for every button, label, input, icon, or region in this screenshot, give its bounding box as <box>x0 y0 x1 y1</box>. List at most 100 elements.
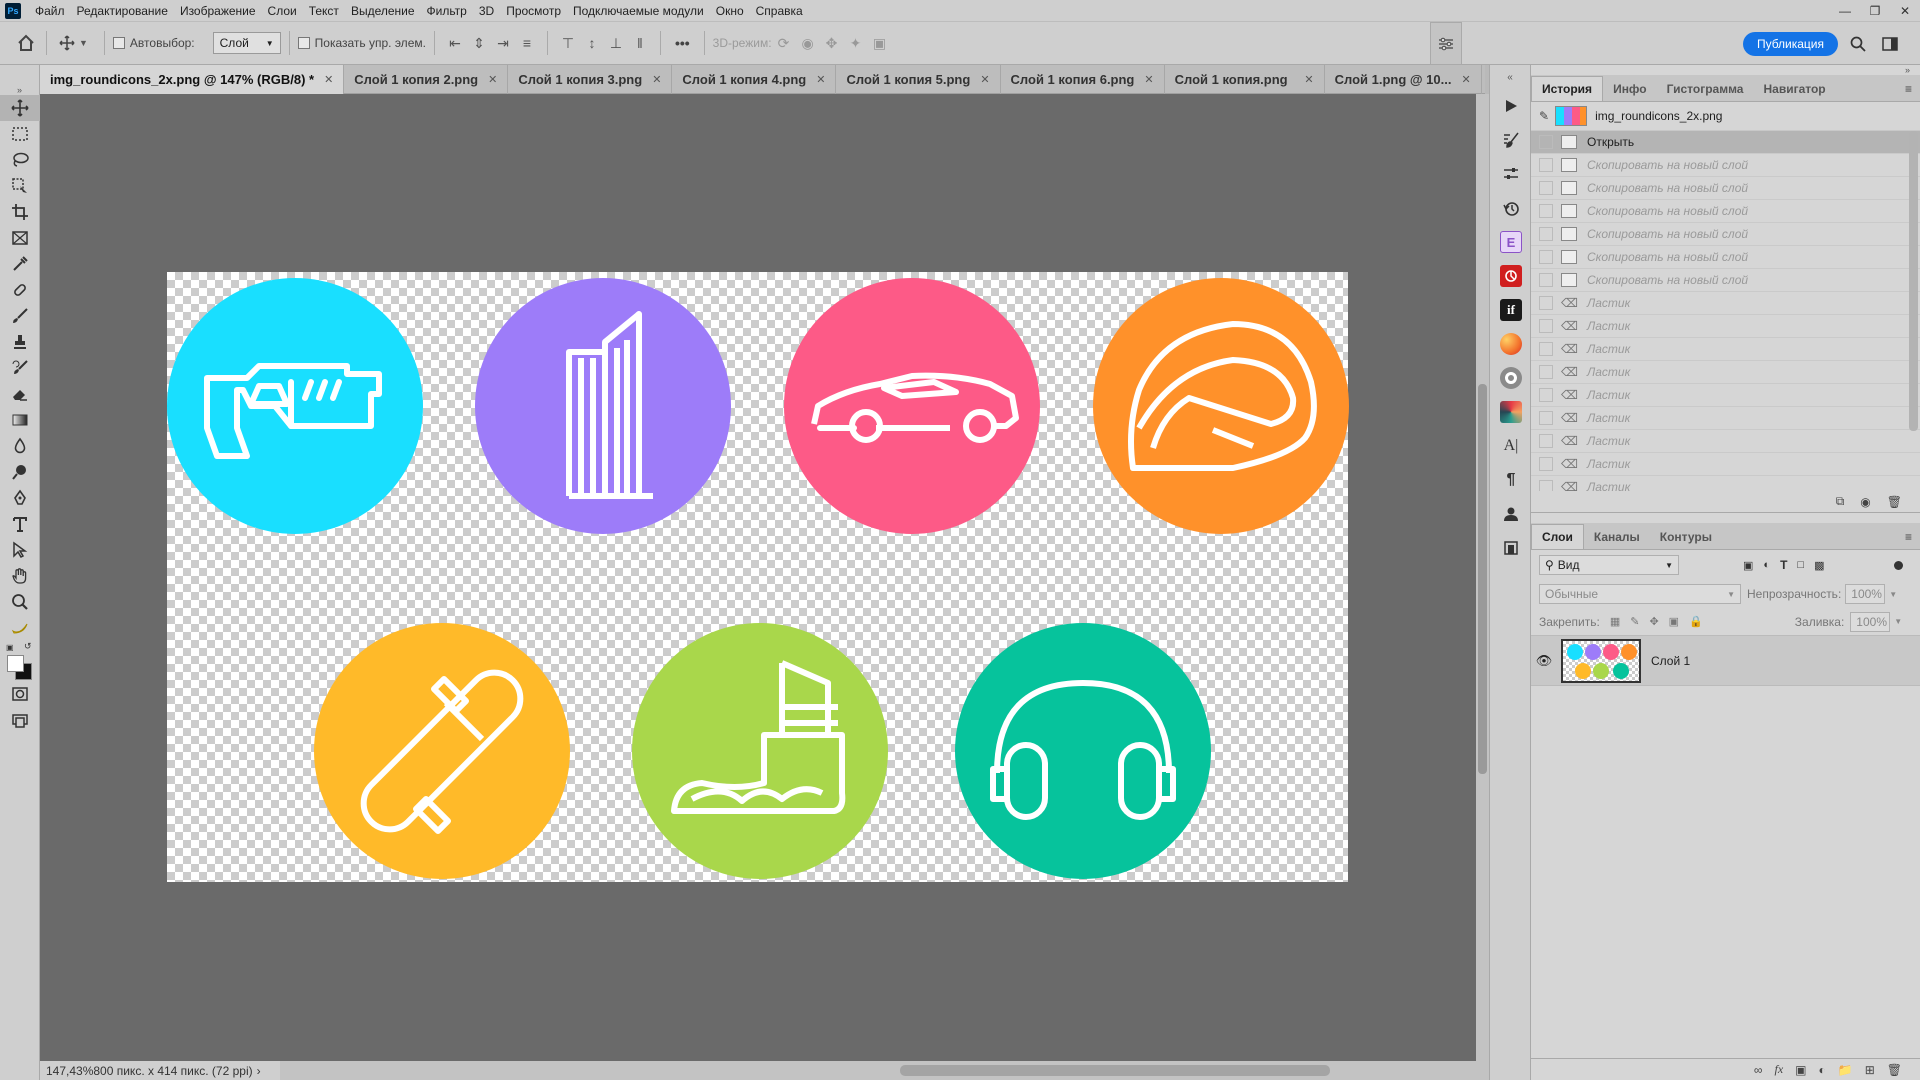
plugin-star-icon[interactable] <box>1490 395 1532 429</box>
plugin-red-icon[interactable] <box>1490 259 1532 293</box>
plugin-orange-icon[interactable] <box>1490 327 1532 361</box>
opacity-input[interactable]: 100% <box>1845 584 1886 604</box>
history-step[interactable]: Скопировать на новый слой <box>1531 177 1920 200</box>
pen-tool-icon[interactable] <box>0 485 40 511</box>
restore-icon[interactable]: ❐ <box>1860 0 1890 22</box>
lock-transparency-icon[interactable]: ▦ <box>1610 615 1620 628</box>
history-step[interactable]: ⌫ Ластик <box>1531 338 1920 361</box>
lock-all-icon[interactable]: 🔒 <box>1689 615 1703 628</box>
marquee-tool-icon[interactable] <box>0 121 40 147</box>
clone-stamp-tool-icon[interactable] <box>0 329 40 355</box>
mask-icon[interactable]: ▣ <box>1795 1063 1806 1077</box>
menu-type[interactable]: Текст <box>303 0 345 22</box>
screen-mode-icon[interactable] <box>0 707 40 733</box>
menu-file[interactable]: Файл <box>29 0 71 22</box>
zoom-tool-icon[interactable] <box>0 589 40 615</box>
collapse-icon[interactable]: » <box>0 65 39 95</box>
history-list[interactable]: Открыть Скопировать на новый слой Скопир… <box>1531 131 1920 491</box>
tab-document[interactable]: Слой 1 копия 2.png ✕ <box>344 65 509 94</box>
menu-select[interactable]: Выделение <box>345 0 421 22</box>
link-icon[interactable]: ∞ <box>1754 1063 1763 1077</box>
chevron-down-icon[interactable]: ▼ <box>1889 590 1897 599</box>
history-step[interactable]: Скопировать на новый слой <box>1531 246 1920 269</box>
scroll-thumb[interactable] <box>1478 384 1487 774</box>
trash-icon[interactable]: 🗑 <box>1887 1063 1902 1077</box>
move-tool-icon[interactable] <box>0 95 40 121</box>
close-icon[interactable]: ✕ <box>652 73 661 86</box>
gradient-tool-icon[interactable] <box>0 407 40 433</box>
history-step[interactable]: Открыть <box>1531 131 1920 154</box>
filter-adjustment-icon[interactable]: ◐ <box>1763 559 1770 571</box>
properties-icon[interactable] <box>1490 157 1532 191</box>
blur-tool-icon[interactable] <box>0 433 40 459</box>
menu-layers[interactable]: Слои <box>262 0 303 22</box>
chevron-down-icon[interactable]: ▼ <box>79 38 88 48</box>
tab-document[interactable]: Слой 1 копия 3.png ✕ <box>508 65 673 94</box>
move-tool-preset-icon[interactable] <box>55 31 79 55</box>
history-step[interactable]: ⌫ Ластик <box>1531 407 1920 430</box>
panel-menu-icon[interactable]: ≡ <box>1905 530 1912 544</box>
minimize-icon[interactable]: — <box>1830 0 1860 22</box>
lock-pixels-icon[interactable]: ✎ <box>1630 615 1639 628</box>
status-arrow[interactable]: › <box>257 1064 261 1078</box>
history-brush-tool-icon[interactable] <box>0 355 40 381</box>
type-tool-icon[interactable] <box>0 511 40 537</box>
home-icon[interactable] <box>14 31 38 55</box>
dodge-tool-icon[interactable] <box>0 459 40 485</box>
align-bottom-icon[interactable]: ⊥ <box>604 31 628 55</box>
history-step[interactable]: ⌫ Ластик <box>1531 476 1920 491</box>
autoselect-dropdown[interactable]: Слой ▼ <box>212 32 281 54</box>
object-select-tool-icon[interactable] <box>0 173 40 199</box>
panel-menu-icon[interactable]: ≡ <box>1905 82 1912 96</box>
camera-icon[interactable]: ◉ <box>1860 495 1870 509</box>
people-icon[interactable] <box>1490 497 1532 531</box>
tab-document[interactable]: img_roundicons_2x.png @ 147% (RGB/8) * ✕ <box>40 65 345 94</box>
zoom-level[interactable]: 147,43% <box>46 1064 93 1078</box>
layer-row[interactable]: 👁 Слой 1 <box>1531 636 1920 686</box>
filter-toggle-icon[interactable] <box>1894 560 1904 570</box>
history-step[interactable]: ⌫ Ластик <box>1531 361 1920 384</box>
banana-icon[interactable] <box>0 615 40 641</box>
workspace-icon[interactable] <box>1878 32 1902 56</box>
more-options-button[interactable]: ••• <box>675 35 690 51</box>
history-step[interactable]: ⌫ Ластик <box>1531 292 1920 315</box>
quick-mask-icon[interactable] <box>0 681 40 707</box>
layer-filter-select[interactable]: ⚲ Вид ▼ <box>1539 555 1679 575</box>
tab-document[interactable]: Слой 1 копия 4.png ✕ <box>672 65 837 94</box>
history-step[interactable]: Скопировать на новый слой <box>1531 154 1920 177</box>
tab-document[interactable]: Слой 1 копия.png ✕ <box>1165 65 1325 94</box>
plugin-ring-icon[interactable] <box>1490 361 1532 395</box>
eyedropper-tool-icon[interactable] <box>0 251 40 277</box>
brush-settings-icon[interactable] <box>1490 123 1532 157</box>
eye-icon[interactable]: 👁 <box>1531 653 1557 669</box>
show-controls-checkbox[interactable]: Показать упр. элем. <box>297 36 426 50</box>
menu-help[interactable]: Справка <box>750 0 809 22</box>
history-snapshot[interactable]: ✎ img_roundicons_2x.png <box>1531 102 1920 131</box>
path-select-tool-icon[interactable] <box>0 537 40 563</box>
autoselect-checkbox[interactable]: Автовыбор: <box>112 36 195 50</box>
horizontal-scrollbar[interactable] <box>280 1061 1489 1080</box>
3d-slide-icon[interactable]: ✦ <box>844 31 868 55</box>
contextual-taskbar-icon[interactable] <box>1430 22 1462 65</box>
actions-play-icon[interactable] <box>1490 89 1532 123</box>
new-layer-icon[interactable]: ⊞ <box>1865 1063 1875 1077</box>
tab-channels[interactable]: Каналы <box>1584 524 1650 549</box>
document-canvas[interactable] <box>167 272 1349 882</box>
collapse-icon[interactable]: » <box>1531 65 1920 75</box>
search-icon[interactable] <box>1846 32 1870 56</box>
align-middle-icon[interactable]: ↕ <box>580 31 604 55</box>
hand-tool-icon[interactable] <box>0 563 40 589</box>
align-center-h-icon[interactable]: ⇕ <box>467 31 491 55</box>
menu-filter[interactable]: Фильтр <box>421 0 473 22</box>
align-left-icon[interactable]: ⇤ <box>443 31 467 55</box>
close-icon[interactable]: ✕ <box>1144 73 1153 86</box>
trash-icon[interactable]: 🗑 <box>1887 495 1902 509</box>
layer-name[interactable]: Слой 1 <box>1651 654 1690 668</box>
history-step[interactable]: Скопировать на новый слой <box>1531 200 1920 223</box>
fx-icon[interactable]: fx <box>1774 1062 1783 1077</box>
history-icon[interactable] <box>1490 191 1532 225</box>
publish-button[interactable]: Публикация <box>1742 32 1838 56</box>
history-step[interactable]: ⌫ Ластик <box>1531 384 1920 407</box>
menu-image[interactable]: Изображение <box>174 0 262 22</box>
history-step[interactable]: Скопировать на новый слой <box>1531 269 1920 292</box>
